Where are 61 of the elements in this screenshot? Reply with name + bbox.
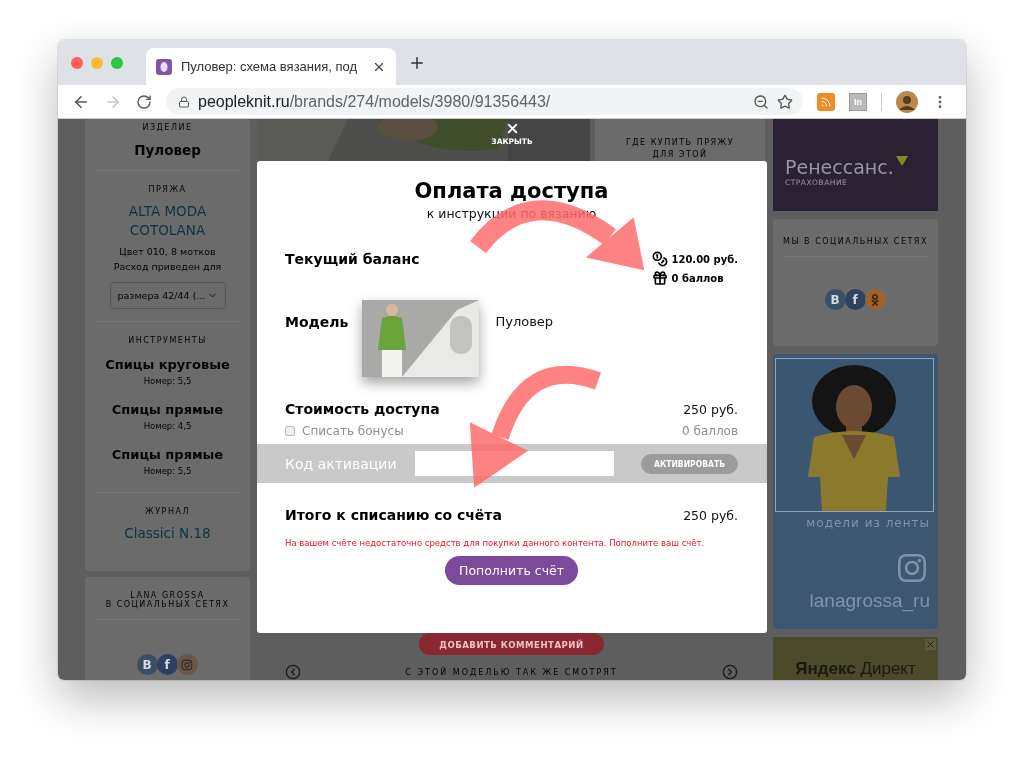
profile-avatar[interactable] [896, 90, 918, 113]
section-heading: ПРЯЖА [148, 185, 187, 194]
tool-name: Спицы прямые [111, 402, 224, 417]
ad-caption: модели из ленты [806, 516, 930, 530]
points-amount: 0 баллов [671, 272, 724, 284]
note-text: Цвет 010, 8 мотков [119, 246, 216, 257]
balance-label: Текущий баланс [285, 251, 420, 267]
vk-icon[interactable]: B [824, 289, 846, 310]
site-favicon-icon [156, 58, 172, 75]
dialog-title: Оплата доступа [413, 179, 610, 203]
tool-name: Спицы прямые [111, 447, 224, 462]
tool-name: Спицы круговые [105, 357, 230, 372]
coins-icon [652, 251, 669, 267]
model-name: Пуловер [495, 314, 554, 329]
facebook-icon[interactable]: f [844, 289, 866, 310]
zoom-out-icon[interactable] [753, 93, 769, 110]
lock-icon [178, 95, 190, 108]
section-heading: ДЛЯ ЭТОЙ [652, 150, 708, 159]
model-label: Модель [285, 314, 349, 330]
close-window-button[interactable] [71, 56, 83, 69]
section-heading: ГДЕ КУПИТЬ ПРЯЖУ [625, 138, 735, 147]
gift-icon [652, 270, 669, 286]
product-name: Пуловер [134, 142, 201, 158]
rss-icon[interactable] [817, 92, 835, 111]
cost-value: 250 руб. [683, 401, 738, 417]
maximize-button[interactable] [111, 56, 123, 69]
section-heading: В СОЦИАЛЬНЫХ СЕТЯХ [105, 600, 230, 609]
section-heading: МЫ В СОЦИАЛЬНЫХ СЕТЯХ [783, 237, 928, 246]
section-heading: С ЭТОЙ МОДЕЛЬЮ ТАК ЖЕ СМОТРЯТ [405, 667, 618, 677]
reload-icon[interactable] [136, 93, 152, 110]
total-value: 250 руб. [683, 507, 738, 523]
bonus-value: 0 баллов [682, 424, 738, 438]
size-dropdown[interactable]: размера 42/44 (... [109, 282, 226, 309]
close-ad-icon[interactable] [925, 639, 936, 650]
facebook-icon[interactable]: f [156, 654, 178, 675]
triangle-icon [895, 156, 908, 166]
instagram-icon[interactable] [176, 654, 198, 675]
address-bar[interactable]: peopleknit.ru/brands/274/models/3980/91356443/ [166, 88, 803, 115]
total-label: Итого к списанию со счёта [285, 507, 502, 523]
next-icon[interactable] [722, 664, 738, 680]
tool-size: Номер: 4,5 [143, 421, 192, 431]
instagram-icon [896, 552, 928, 584]
note-text: Расход приведен для [113, 261, 222, 272]
browser-tab[interactable]: Пуловер: схема вязания, под [146, 48, 396, 85]
section-heading: ИНСТРУМЕНТЫ [128, 336, 207, 345]
vk-icon[interactable]: B [136, 654, 158, 675]
bookmark-star-icon[interactable] [777, 93, 793, 110]
section-heading: ИЗДЕЛИЕ [142, 123, 193, 132]
odnoklassniki-icon[interactable] [864, 289, 886, 310]
cost-label: Стоимость доступа [285, 401, 440, 417]
tool-size: Номер: 5,5 [143, 466, 192, 476]
previous-icon[interactable] [285, 664, 301, 680]
warning-text: На вашем счёте недостаточно средств для покупки данного контента. Пополните ваш счёт. [285, 538, 706, 548]
ad-handle: lanagrossa_ru [809, 590, 930, 612]
tool-size: Номер: 5,5 [143, 376, 192, 386]
section-heading: ЖУРНАЛ [145, 507, 190, 516]
balance-amount: 120.00 руб. [671, 253, 738, 265]
ad-brand: Ренессанс. [785, 156, 894, 178]
top-up-button[interactable]: Пополнить счёт [445, 556, 578, 585]
add-comment-button[interactable]: ДОБАВИТЬ КОММЕНТАРИЙ [419, 633, 604, 655]
section-heading: LANA GROSSA [130, 591, 205, 600]
